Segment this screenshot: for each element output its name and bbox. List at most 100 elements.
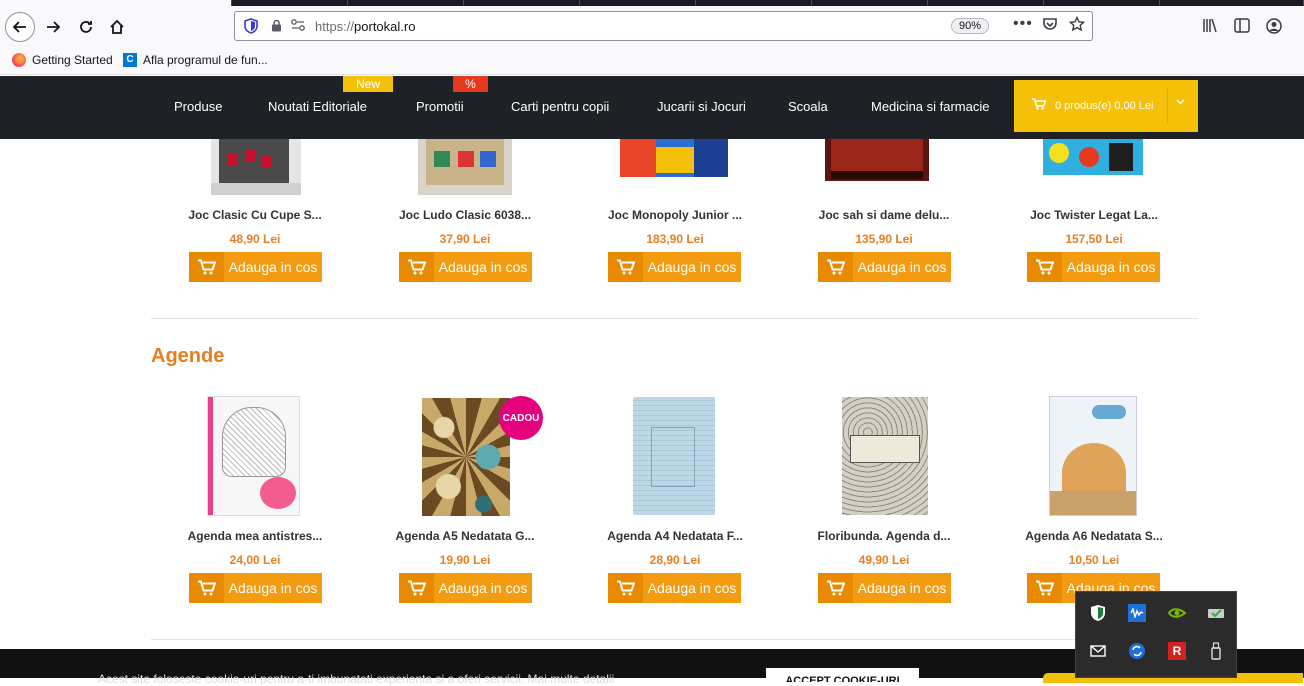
url-protocol: https:// <box>315 19 355 34</box>
product-price: 28,90 Lei <box>649 553 701 567</box>
product-name[interactable]: Joc sah si dame delu... <box>784 208 984 222</box>
back-button[interactable] <box>5 12 35 42</box>
library-icon[interactable] <box>1202 18 1218 37</box>
add-to-cart-label: Adauga in cos <box>438 259 528 275</box>
add-to-cart-label: Adauga in cos <box>228 259 318 275</box>
account-icon[interactable] <box>1266 18 1282 38</box>
gift-badge: CADOU <box>499 396 543 440</box>
add-to-cart-button[interactable]: Adauga in cos <box>818 573 951 603</box>
product-name[interactable]: Agenda A4 Nedatata F... <box>575 529 775 543</box>
reload-button[interactable] <box>71 12 101 42</box>
cart-icon <box>399 573 434 603</box>
sidebar-icon[interactable] <box>1234 18 1250 37</box>
add-to-cart-label: Adauga in cos <box>647 259 737 275</box>
product-name[interactable]: Agenda mea antistres... <box>155 529 355 543</box>
add-to-cart-label: Adauga in cos <box>438 580 528 596</box>
add-to-cart-label: Adauga in cos <box>1066 259 1156 275</box>
product-name[interactable]: Agenda A6 Nedatata S... <box>994 529 1194 543</box>
site-navigation: Produse Noutati Editoriale New Promotii … <box>0 76 1304 139</box>
product-price: 48,90 Lei <box>229 232 281 246</box>
nav-medicina-si-farmacie[interactable]: Medicina si farmacie <box>871 99 990 114</box>
cart-icon <box>818 252 853 282</box>
arrow-right-icon <box>47 21 61 33</box>
page-actions-icon[interactable]: ••• <box>1013 15 1033 33</box>
url-host: portokal.ro <box>354 19 416 34</box>
add-to-cart-button[interactable]: Adauga in cos <box>1027 252 1160 282</box>
nvidia-icon[interactable] <box>1168 604 1186 622</box>
product-image[interactable] <box>207 396 300 516</box>
forward-button[interactable] <box>38 12 68 42</box>
bookmark-afla-programul[interactable]: C Afla programul de fun... <box>123 53 268 67</box>
home-icon <box>110 19 124 34</box>
browser-toolbar: https://portokal.ro 90% ••• <box>0 6 1304 46</box>
security-shield-icon[interactable] <box>1089 604 1107 622</box>
reload-icon <box>80 21 92 33</box>
add-to-cart-button[interactable]: Adauga in cos <box>399 252 532 282</box>
nav-produse[interactable]: Produse <box>174 99 222 114</box>
product-name[interactable]: Joc Ludo Clasic 6038... <box>365 208 565 222</box>
nav-noutati-editoriale[interactable]: Noutati Editoriale <box>268 99 367 114</box>
device-check-icon[interactable] <box>1207 604 1225 622</box>
cart-button[interactable]: 0 produs(e) 0,00 Lei <box>1014 80 1198 132</box>
add-to-cart-button[interactable]: Adauga in cos <box>608 252 741 282</box>
product-image[interactable] <box>211 139 301 195</box>
url-bar[interactable]: https://portokal.ro 90% ••• <box>234 11 1093 41</box>
bookmarks-bar: Getting Started C Afla programul de fun.… <box>0 46 1304 75</box>
red-app-icon[interactable]: R <box>1168 642 1186 660</box>
add-to-cart-label: Adauga in cos <box>857 580 947 596</box>
product-price: 183,90 Lei <box>646 232 704 246</box>
product-name[interactable]: Joc Monopoly Junior ... <box>575 208 775 222</box>
add-to-cart-label: Adauga in cos <box>228 580 318 596</box>
product-name[interactable]: Floribunda. Agenda d... <box>784 529 984 543</box>
product-price: 135,90 Lei <box>855 232 913 246</box>
cart-icon <box>399 252 434 282</box>
nav-scoala[interactable]: Scoala <box>788 99 828 114</box>
site-favicon: C <box>123 53 137 67</box>
permissions-icon[interactable] <box>290 18 306 35</box>
cart-divider <box>1167 88 1168 124</box>
add-to-cart-button[interactable]: Adauga in cos <box>818 252 951 282</box>
product-image[interactable] <box>418 139 512 195</box>
zoom-indicator[interactable]: 90% <box>951 18 990 34</box>
cart-icon <box>1027 252 1062 282</box>
bookmark-label: Getting Started <box>32 53 113 67</box>
chevron-down-icon[interactable] <box>1176 97 1185 108</box>
pocket-icon[interactable] <box>1042 16 1058 37</box>
product-image[interactable] <box>1049 396 1137 516</box>
accept-cookies-button[interactable]: ACCEPT COOKIE-URI <box>766 668 919 682</box>
bookmark-getting-started[interactable]: Getting Started <box>12 53 113 67</box>
add-to-cart-button[interactable]: Adauga in cos <box>608 573 741 603</box>
product-image[interactable] <box>1043 139 1143 175</box>
product-image[interactable] <box>825 139 929 181</box>
product-price: 157,50 Lei <box>1065 232 1123 246</box>
url-text[interactable]: https://portokal.ro <box>315 19 415 34</box>
usb-drive-icon[interactable] <box>1207 642 1225 660</box>
product-image[interactable] <box>633 397 715 515</box>
section-title[interactable]: Agende <box>151 345 224 368</box>
lock-icon[interactable] <box>271 19 282 35</box>
product-name[interactable]: Joc Clasic Cu Cupe S... <box>155 208 355 222</box>
nav-jucarii-si-jocuri[interactable]: Jucarii si Jocuri <box>657 99 746 114</box>
tracking-shield-icon[interactable] <box>244 18 258 34</box>
product-name[interactable]: Agenda A5 Nedatata G... <box>365 529 565 543</box>
section-divider <box>151 639 1198 640</box>
add-to-cart-button[interactable]: Adauga in cos <box>189 573 322 603</box>
audio-meter-icon[interactable] <box>1128 604 1146 622</box>
add-to-cart-label: Adauga in cos <box>857 259 947 275</box>
cart-icon <box>1027 573 1062 603</box>
product-image[interactable] <box>422 398 510 516</box>
promo-percent-badge: % <box>453 76 488 92</box>
product-image[interactable] <box>620 139 728 177</box>
add-to-cart-button[interactable]: Adauga in cos <box>399 573 532 603</box>
cart-icon <box>818 573 853 603</box>
mail-icon[interactable] <box>1089 642 1107 660</box>
nav-carti-pentru-copii[interactable]: Carti pentru copii <box>511 99 609 114</box>
product-image[interactable] <box>842 397 928 515</box>
sync-icon[interactable] <box>1128 642 1146 660</box>
add-to-cart-label: Adauga in cos <box>647 580 737 596</box>
add-to-cart-button[interactable]: Adauga in cos <box>189 252 322 282</box>
home-button[interactable] <box>102 12 132 42</box>
product-name[interactable]: Joc Twister Legat La... <box>994 208 1194 222</box>
bookmark-star-icon[interactable] <box>1068 15 1086 37</box>
nav-promotii[interactable]: Promotii <box>416 99 464 114</box>
